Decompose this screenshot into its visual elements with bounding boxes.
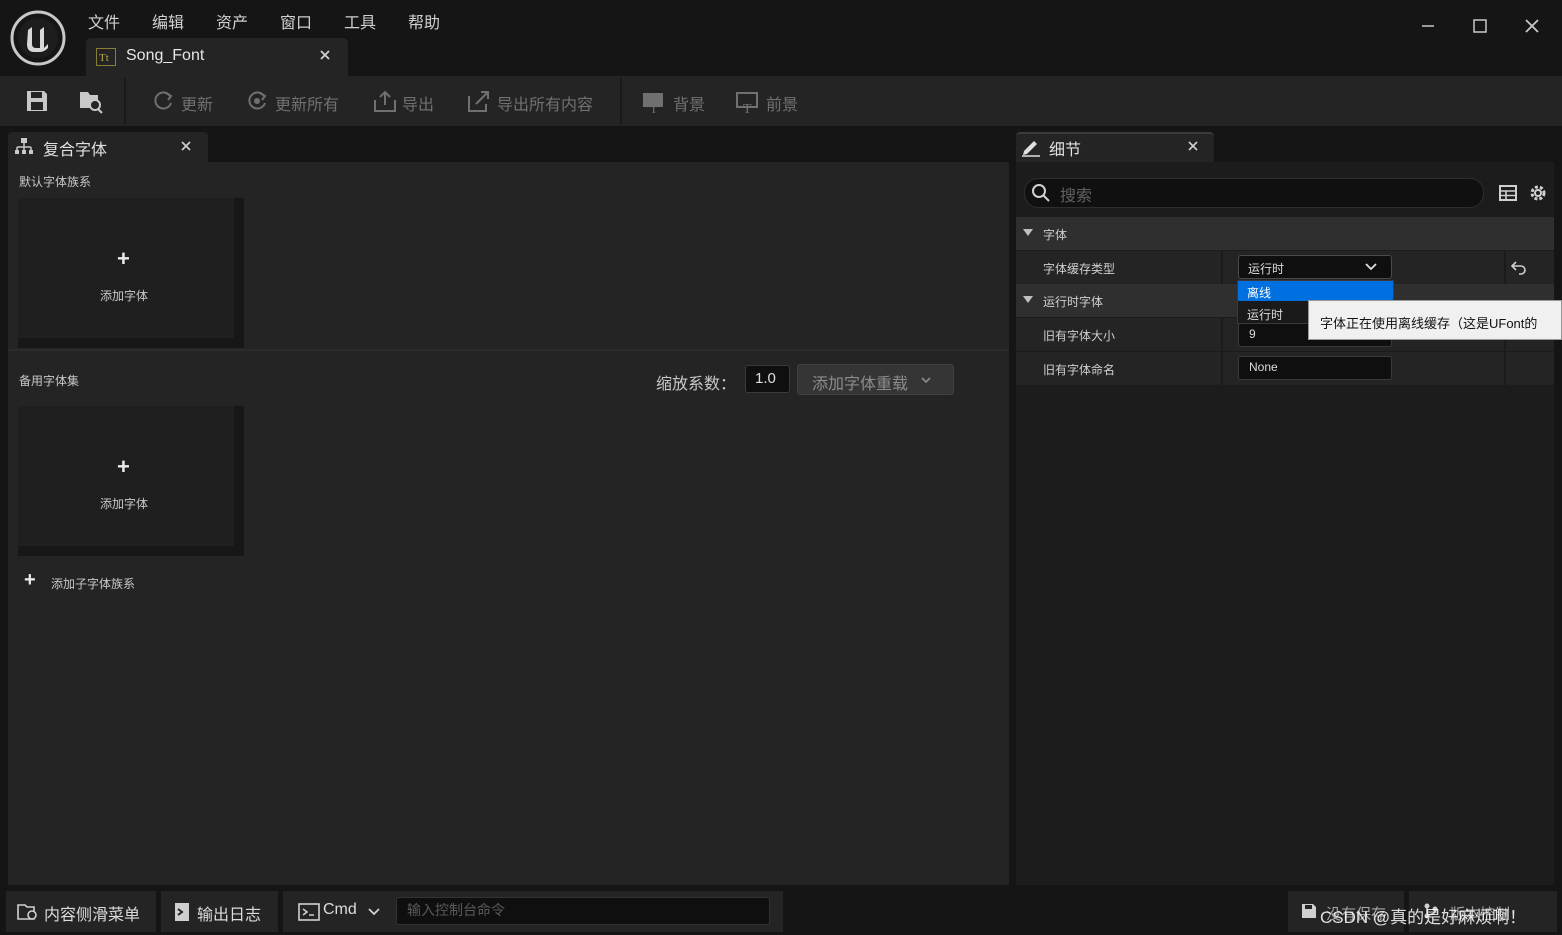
tab-composite-font[interactable] [8, 132, 208, 162]
fallback-title: 备用字体集 [19, 374, 80, 388]
menu-asset[interactable]: 资产 [216, 9, 248, 33]
plus-icon[interactable]: + [24, 569, 36, 592]
output-log-label: 输出日志 [197, 907, 262, 924]
triangle-down-icon[interactable] [1022, 295, 1034, 305]
foreground-icon[interactable]: T [735, 88, 761, 114]
chevron-down-icon [1364, 260, 1378, 274]
settings-gear-icon[interactable] [1528, 183, 1548, 203]
column-divider [1221, 352, 1223, 385]
legacy-size-value: 9 [1249, 327, 1256, 341]
unsaved-icon [1300, 902, 1318, 920]
watermark-text: CSDN @真的是好麻烦啊！ [1320, 908, 1527, 927]
export-button[interactable]: 导出 [402, 91, 434, 115]
minimize-icon[interactable] [1416, 14, 1440, 38]
category-font-label: 字体 [1043, 228, 1068, 242]
close-window-icon[interactable] [1520, 14, 1544, 38]
add-fallback-font-label[interactable]: 添加字体 [100, 495, 148, 512]
content-drawer-icon [17, 902, 39, 922]
table-view-icon[interactable] [1498, 183, 1518, 203]
export-all-button[interactable]: 导出所有内容 [497, 91, 593, 115]
add-font-box-shadow [18, 338, 244, 348]
cache-type-value: 运行时 [1248, 262, 1285, 276]
tooltip: 字体正在使用离线缓存（这是UFont的 [1308, 300, 1562, 340]
export-all-icon[interactable] [466, 88, 492, 114]
legacy-size-label: 旧有字体大小 [1043, 329, 1116, 343]
tab-details-label: 细节 [1049, 142, 1082, 159]
close-icon[interactable] [180, 140, 192, 152]
menu-window[interactable]: 窗口 [280, 9, 312, 33]
section-divider [8, 349, 1009, 351]
svg-text:T: T [650, 102, 658, 114]
toolbar-separator [124, 78, 126, 124]
add-fallback-font-box[interactable] [18, 406, 244, 556]
background-button[interactable]: 背景 [673, 91, 705, 115]
save-icon[interactable] [24, 88, 50, 114]
content-drawer-label: 内容侧滑菜单 [44, 907, 141, 924]
chevron-down-icon [920, 374, 932, 386]
tab-details[interactable] [1016, 132, 1214, 164]
console-placeholder: 输入控制台命令 [407, 902, 505, 918]
refresh-all-icon[interactable] [244, 88, 270, 114]
pencil-icon [1021, 137, 1041, 157]
menu-edit[interactable]: 编辑 [152, 9, 184, 33]
font-asset-icon: Tt [96, 48, 116, 66]
row-divider [1016, 351, 1554, 352]
background-icon[interactable]: T [641, 88, 667, 114]
add-font-box[interactable] [18, 198, 244, 348]
tab-composite-font-label: 复合字体 [43, 142, 108, 159]
tooltip-text: 字体正在使用离线缓存（这是UFont的 [1320, 316, 1538, 331]
dropdown-option-offline-label: 离线 [1247, 286, 1272, 300]
default-family-title: 默认字体族系 [19, 175, 92, 189]
column-divider [1504, 352, 1506, 385]
legacy-name-value: None [1249, 360, 1278, 374]
search-placeholder: 搜索 [1060, 188, 1093, 205]
add-font-label[interactable]: 添加字体 [100, 287, 148, 304]
menu-help[interactable]: 帮助 [408, 9, 440, 33]
chevron-down-icon[interactable] [367, 905, 381, 919]
search-input[interactable] [1024, 178, 1484, 208]
column-divider [1504, 251, 1506, 284]
log-icon [173, 902, 191, 922]
dropdown-option-runtime-label: 运行时 [1247, 308, 1284, 322]
hierarchy-icon [14, 137, 34, 157]
add-sub-family-button[interactable]: 添加子字体族系 [51, 575, 135, 592]
toolbar-separator [620, 78, 622, 124]
add-font-box-shadow [18, 546, 244, 556]
close-icon[interactable] [318, 48, 332, 62]
svg-text:T: T [743, 102, 752, 114]
scale-value: 1.0 [755, 370, 776, 387]
menu-tools[interactable]: 工具 [344, 9, 376, 33]
cmd-selector[interactable]: Cmd [323, 901, 357, 919]
update-all-button[interactable]: 更新所有 [275, 91, 339, 115]
scale-label: 缩放系数： [656, 376, 737, 393]
cache-type-label: 字体缓存类型 [1043, 262, 1116, 276]
column-divider [1221, 251, 1223, 284]
terminal-icon [298, 903, 320, 921]
search-icon [1031, 183, 1051, 203]
browse-asset-icon[interactable] [78, 88, 104, 114]
refresh-icon[interactable] [150, 88, 176, 114]
triangle-down-icon[interactable] [1022, 228, 1034, 238]
add-override-label: 添加字体重载 [812, 376, 909, 393]
close-icon[interactable] [1187, 140, 1199, 152]
menu-file[interactable]: 文件 [88, 9, 120, 33]
maximize-icon[interactable] [1468, 14, 1492, 38]
foreground-button[interactable]: 前景 [766, 91, 798, 115]
legacy-name-label: 旧有字体命名 [1043, 363, 1116, 377]
document-tab-label: Song_Font [126, 47, 205, 64]
plus-icon[interactable]: + [117, 454, 130, 480]
category-runtime-label: 运行时字体 [1043, 295, 1104, 309]
update-button[interactable]: 更新 [181, 91, 213, 115]
export-icon[interactable] [372, 88, 398, 114]
category-font-row[interactable] [1016, 217, 1554, 250]
add-font-box-shadow [234, 198, 244, 348]
reset-arrow-icon[interactable] [1510, 259, 1528, 275]
plus-icon[interactable]: + [117, 246, 130, 272]
svg-text:Tt: Tt [99, 52, 109, 64]
add-font-box-shadow [234, 406, 244, 556]
unreal-logo-icon[interactable] [10, 10, 66, 66]
